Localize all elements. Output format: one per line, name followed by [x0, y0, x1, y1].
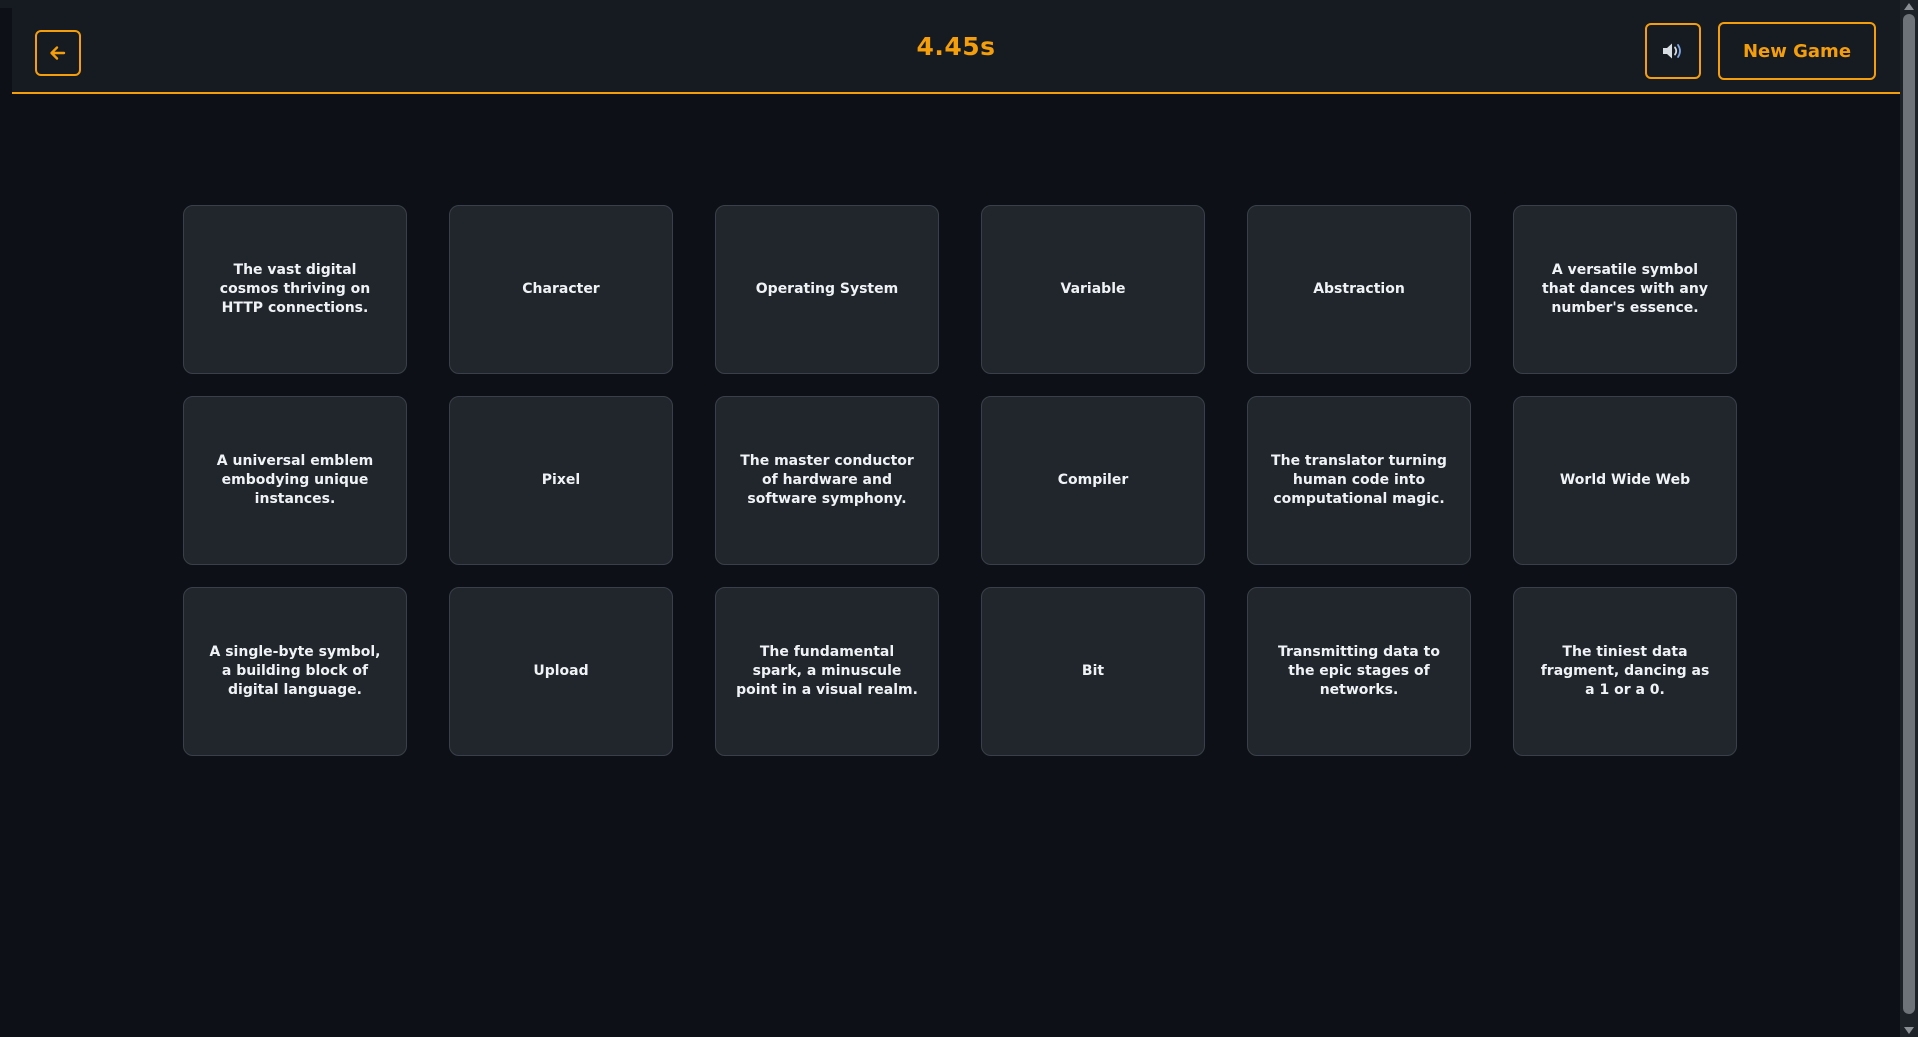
scroll-up-arrow-icon[interactable] — [1904, 3, 1914, 10]
memory-card[interactable]: A single-byte symbol, a building block o… — [183, 587, 407, 756]
memory-card[interactable]: A universal emblem embodying unique inst… — [183, 396, 407, 565]
window-top-strip — [0, 0, 1900, 8]
speaker-icon — [1663, 43, 1681, 59]
page-scrollbar[interactable] — [1900, 0, 1918, 1037]
memory-card[interactable]: Upload — [449, 587, 673, 756]
memory-card[interactable]: The translator turning human code into c… — [1247, 396, 1471, 565]
game-app: 4.45s New Game The vast digital cosmos t… — [0, 0, 1918, 1037]
timer-display: 4.45s — [916, 32, 996, 61]
scrollbar-thumb[interactable] — [1903, 14, 1915, 1014]
memory-card[interactable]: Character — [449, 205, 673, 374]
memory-card[interactable]: Bit — [981, 587, 1205, 756]
card-grid: The vast digital cosmos thriving on HTTP… — [183, 205, 1737, 756]
new-game-button[interactable]: New Game — [1718, 22, 1876, 80]
memory-card[interactable]: Abstraction — [1247, 205, 1471, 374]
memory-card[interactable]: The vast digital cosmos thriving on HTTP… — [183, 205, 407, 374]
memory-card[interactable]: Operating System — [715, 205, 939, 374]
memory-card[interactable]: A versatile symbol that dances with any … — [1513, 205, 1737, 374]
memory-card[interactable]: Compiler — [981, 396, 1205, 565]
memory-card[interactable]: Transmitting data to the epic stages of … — [1247, 587, 1471, 756]
scroll-down-arrow-icon[interactable] — [1904, 1027, 1914, 1034]
memory-card[interactable]: World Wide Web — [1513, 396, 1737, 565]
memory-card[interactable]: The master conductor of hardware and sof… — [715, 396, 939, 565]
sound-toggle-button[interactable] — [1645, 23, 1701, 79]
memory-card[interactable]: The fundamental spark, a minuscule point… — [715, 587, 939, 756]
memory-card[interactable]: Variable — [981, 205, 1205, 374]
memory-card[interactable]: Pixel — [449, 396, 673, 565]
game-header: 4.45s New Game — [12, 8, 1900, 94]
memory-card[interactable]: The tiniest data fragment, dancing as a … — [1513, 587, 1737, 756]
